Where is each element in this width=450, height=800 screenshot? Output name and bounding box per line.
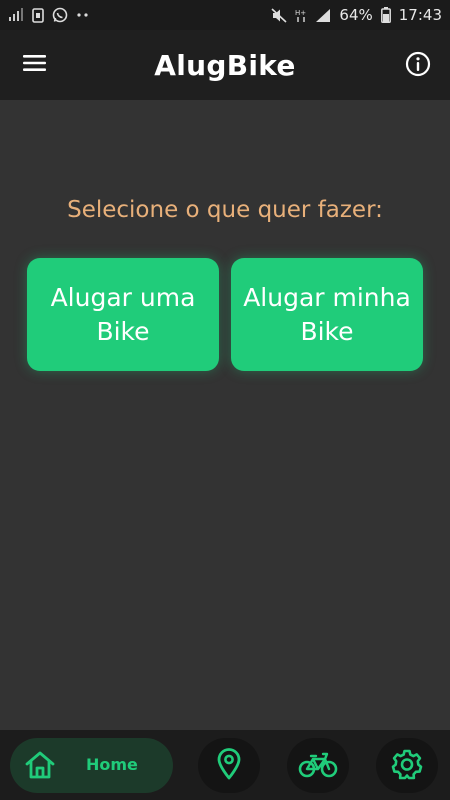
- nav-settings[interactable]: [376, 738, 438, 793]
- rent-bike-button[interactable]: Alugar uma Bike: [27, 258, 219, 371]
- clock: 17:43: [398, 6, 442, 24]
- battery-icon: [380, 7, 391, 23]
- nav-bike[interactable]: [287, 738, 349, 793]
- status-bar: H+ 64% 17:43: [0, 0, 450, 30]
- sim-icon: [32, 7, 44, 23]
- info-button[interactable]: [403, 51, 433, 81]
- info-icon: [405, 51, 431, 81]
- mute-icon: [271, 7, 287, 23]
- rent-my-bike-label: Alugar minha Bike: [243, 282, 411, 346]
- signal-icon: [315, 8, 331, 23]
- bicycle-icon: [298, 750, 338, 782]
- nav-home-label: Home: [86, 755, 138, 774]
- prompt-text: Selecione o que quer fazer:: [67, 197, 383, 223]
- whatsapp-icon: [52, 7, 68, 23]
- map-pin-icon: [216, 747, 242, 784]
- status-right: H+ 64% 17:43: [271, 6, 442, 24]
- hplus-data-icon: H+: [295, 7, 307, 23]
- nav-map[interactable]: [198, 738, 260, 793]
- rent-my-bike-button[interactable]: Alugar minha Bike: [231, 258, 423, 371]
- battery-percent: 64%: [339, 6, 373, 24]
- status-left: [8, 7, 90, 23]
- home-icon: [24, 750, 56, 784]
- menu-button[interactable]: [18, 51, 52, 79]
- gear-icon: [391, 748, 423, 784]
- app-title: AlugBike: [154, 48, 296, 82]
- rent-bike-label: Alugar uma Bike: [50, 282, 196, 346]
- signal-off-icon: [8, 8, 24, 22]
- app-bar: AlugBike: [0, 30, 450, 100]
- menu-icon: [23, 54, 47, 76]
- svg-text:H+: H+: [295, 9, 306, 17]
- dots-icon: [76, 12, 90, 18]
- nav-home[interactable]: Home: [10, 738, 173, 793]
- bottom-nav: Home: [0, 730, 450, 800]
